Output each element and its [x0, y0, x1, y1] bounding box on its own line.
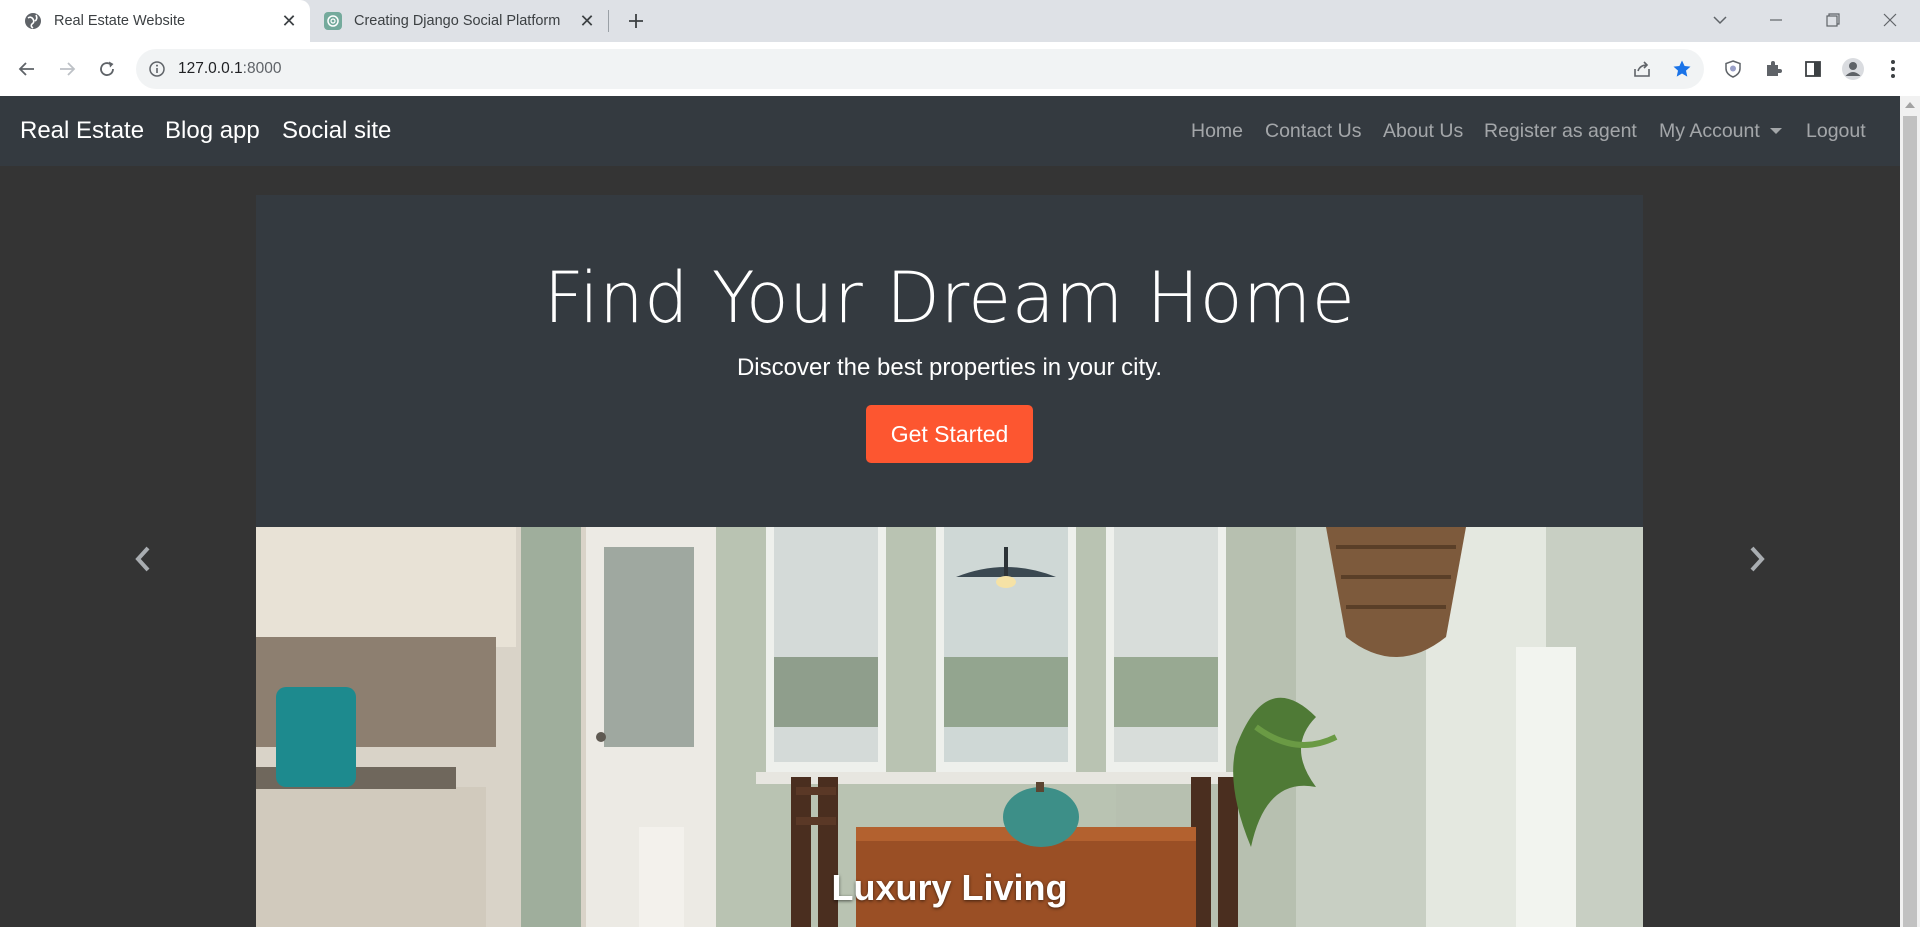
chatgpt-icon	[324, 12, 342, 30]
browser-tabstrip: Real Estate Website ✕ Creating Django So…	[0, 0, 1920, 42]
tab-title: Real Estate Website	[54, 13, 186, 29]
nav-my-account-dropdown[interactable]: My Account	[1659, 96, 1782, 166]
page-scrollbar[interactable]	[1900, 96, 1920, 927]
url-text: 127.0.0.1:8000	[178, 60, 281, 78]
tab-search-icon[interactable]	[1700, 4, 1740, 36]
forward-arrow-icon[interactable]	[52, 54, 82, 84]
carousel-prev-icon[interactable]	[128, 536, 158, 582]
nav-register-as-agent[interactable]: Register as agent	[1484, 96, 1637, 166]
address-bar[interactable]: 127.0.0.1:8000	[136, 49, 1704, 89]
globe-icon	[24, 12, 42, 30]
site-info-icon[interactable]	[148, 60, 166, 78]
profile-avatar-icon[interactable]	[1838, 54, 1868, 84]
hero-title: Find Your Dream Home	[543, 257, 1356, 339]
carousel-caption: Luxury Living	[831, 867, 1068, 908]
hero-section: Find Your Dream Home Discover the best p…	[256, 195, 1643, 527]
nav-about-us[interactable]: About Us	[1383, 96, 1463, 166]
tab-real-estate-website[interactable]: Real Estate Website ✕	[0, 0, 310, 42]
tab-close-icon[interactable]: ✕	[578, 11, 596, 31]
site-navbar: Real Estate Blog app Social site Home Co…	[0, 96, 1900, 166]
extensions-puzzle-icon[interactable]	[1758, 54, 1788, 84]
more-menu-icon[interactable]	[1878, 54, 1908, 84]
tab-title: Creating Django Social Platform	[354, 13, 561, 29]
page-viewport: Real Estate Blog app Social site Home Co…	[0, 96, 1900, 927]
reload-icon[interactable]	[92, 54, 122, 84]
bookmark-star-icon[interactable]	[1670, 57, 1694, 81]
scroll-up-arrow-icon[interactable]	[1905, 102, 1915, 108]
carousel-next-icon[interactable]	[1742, 536, 1772, 582]
nav-contact-us[interactable]: Contact Us	[1265, 96, 1361, 166]
tab-divider	[608, 10, 609, 32]
scrollbar-thumb[interactable]	[1903, 116, 1917, 927]
nav-my-account-label: My Account	[1659, 119, 1760, 142]
extension-shield-icon[interactable]	[1718, 54, 1748, 84]
caret-down-icon	[1769, 128, 1782, 134]
nav-home[interactable]: Home	[1191, 96, 1243, 166]
brand-blog-app[interactable]: Blog app	[165, 96, 260, 166]
back-arrow-icon[interactable]	[12, 54, 42, 84]
restore-icon[interactable]	[1813, 4, 1853, 36]
url-host: 127.0.0.1	[178, 60, 243, 77]
close-window-icon[interactable]	[1870, 4, 1910, 36]
brand-social-site[interactable]: Social site	[282, 96, 391, 166]
url-port: :8000	[242, 60, 282, 77]
minimize-icon[interactable]	[1756, 4, 1796, 36]
property-carousel: Luxury Living	[256, 527, 1643, 927]
side-panel-icon[interactable]	[1798, 54, 1828, 84]
new-tab-button[interactable]	[622, 8, 650, 34]
get-started-button[interactable]: Get Started	[866, 405, 1033, 463]
hero-subtitle: Discover the best properties in your cit…	[736, 354, 1163, 381]
nav-logout[interactable]: Logout	[1806, 96, 1866, 166]
tab-creating-django-social-platform[interactable]: Creating Django Social Platform ✕	[310, 0, 608, 42]
browser-toolbar: 127.0.0.1:8000	[0, 42, 1920, 96]
share-icon[interactable]	[1630, 57, 1654, 81]
tab-close-icon[interactable]: ✕	[280, 11, 298, 31]
brand-real-estate[interactable]: Real Estate	[20, 96, 144, 166]
